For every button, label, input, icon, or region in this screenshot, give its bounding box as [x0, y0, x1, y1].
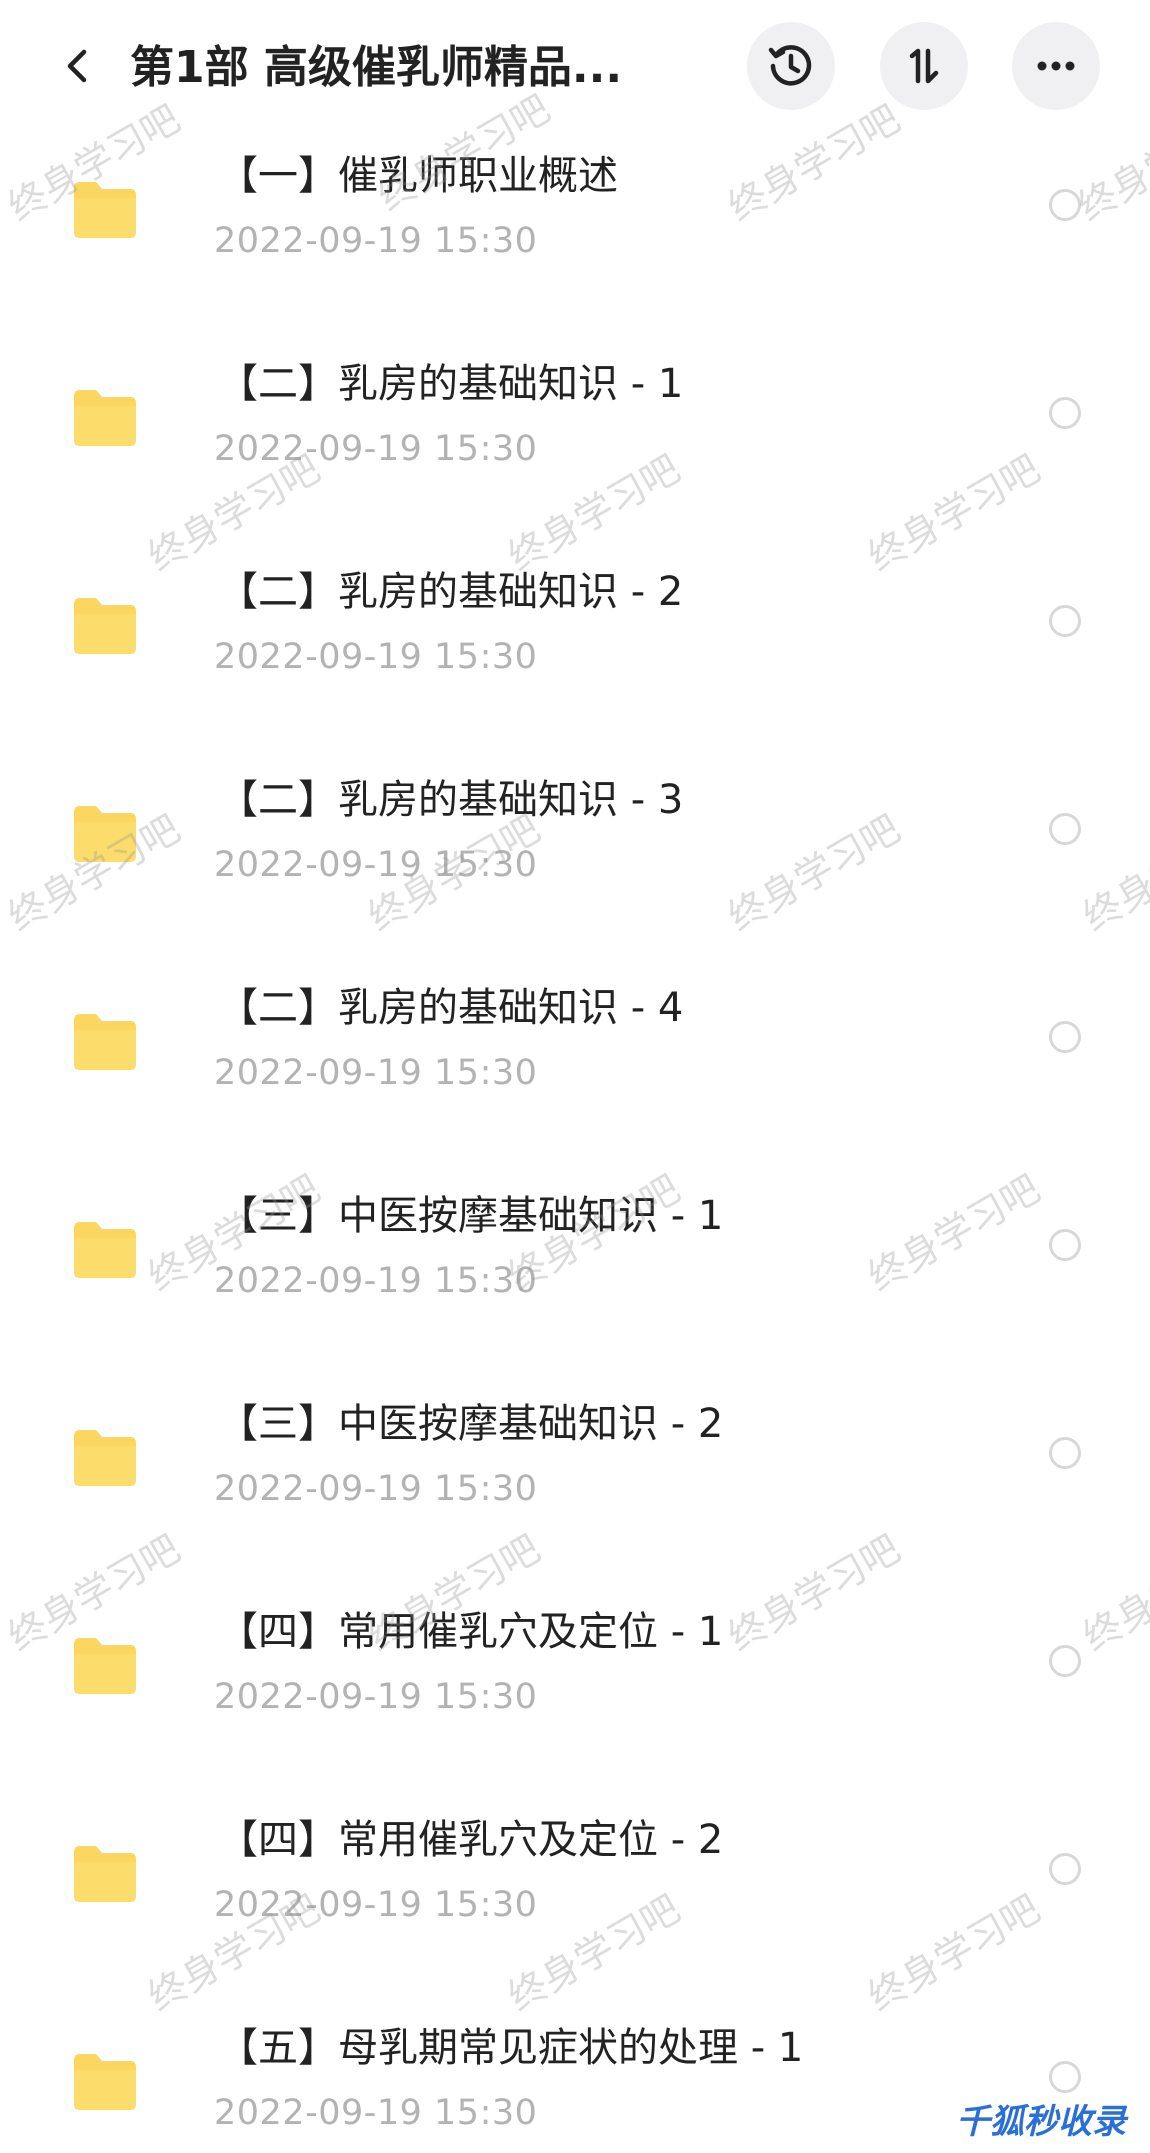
- select-radio[interactable]: [1049, 1853, 1081, 1885]
- item-date: 2022-09-19 15:30: [214, 1885, 538, 1925]
- select-radio[interactable]: [1049, 1645, 1081, 1677]
- sort-icon: [909, 48, 939, 84]
- item-title: 【二】乳房的基础知识 - 2: [218, 569, 684, 615]
- item-date: 2022-09-19 15:30: [214, 1053, 538, 1093]
- file-list-screen: 【一】催乳师职业概述 2022-09-19 15:30 【二】乳房的基础知识 -…: [0, 0, 1150, 2153]
- folder-icon: [74, 1846, 136, 1902]
- sort-button[interactable]: [880, 22, 968, 110]
- folder-icon: [74, 1222, 136, 1278]
- chevron-left-icon: [67, 49, 87, 83]
- item-date: 2022-09-19 15:30: [214, 1261, 538, 1301]
- item-date: 2022-09-19 15:30: [214, 1677, 538, 1717]
- more-options-button[interactable]: [1012, 22, 1100, 110]
- item-date: 2022-09-19 15:30: [214, 429, 538, 469]
- list-item[interactable]: 【三】中医按摩基础知识 - 1 2022-09-19 15:30: [0, 1140, 1150, 1348]
- folder-icon: [74, 1014, 136, 1070]
- select-radio[interactable]: [1049, 813, 1081, 845]
- list-item[interactable]: 【四】常用催乳穴及定位 - 2 2022-09-19 15:30: [0, 1764, 1150, 1972]
- folder-icon: [74, 1638, 136, 1694]
- item-title: 【二】乳房的基础知识 - 3: [218, 777, 684, 823]
- select-radio[interactable]: [1049, 1021, 1081, 1053]
- list-item[interactable]: 【四】常用催乳穴及定位 - 1 2022-09-19 15:30: [0, 1556, 1150, 1764]
- item-date: 2022-09-19 15:30: [214, 221, 538, 261]
- item-title: 【三】中医按摩基础知识 - 2: [218, 1401, 724, 1447]
- select-radio[interactable]: [1049, 1437, 1081, 1469]
- top-bar: 第1部 高级催乳师精品...: [0, 0, 1150, 130]
- list-item[interactable]: 【二】乳房的基础知识 - 3 2022-09-19 15:30: [0, 724, 1150, 932]
- item-title: 【四】常用催乳穴及定位 - 1: [218, 1609, 724, 1655]
- item-date: 2022-09-19 15:30: [214, 637, 538, 677]
- more-dots-icon: [1037, 61, 1075, 71]
- item-title: 【二】乳房的基础知识 - 4: [218, 985, 684, 1031]
- folder-icon: [74, 806, 136, 862]
- select-radio[interactable]: [1049, 189, 1081, 221]
- item-date: 2022-09-19 15:30: [214, 2093, 538, 2133]
- list-item[interactable]: 【二】乳房的基础知识 - 1 2022-09-19 15:30: [0, 308, 1150, 516]
- list-item[interactable]: 【一】催乳师职业概述 2022-09-19 15:30: [0, 100, 1150, 308]
- item-title: 【四】常用催乳穴及定位 - 2: [218, 1817, 724, 1863]
- folder-icon: [74, 1430, 136, 1486]
- back-button[interactable]: [48, 36, 108, 96]
- history-button[interactable]: [747, 22, 835, 110]
- item-title: 【一】催乳师职业概述: [218, 153, 618, 199]
- corner-logo: 千狐秒收录: [956, 2102, 1126, 2142]
- folder-icon: [74, 2054, 136, 2110]
- list-item[interactable]: 【二】乳房的基础知识 - 4 2022-09-19 15:30: [0, 932, 1150, 1140]
- item-title: 【三】中医按摩基础知识 - 1: [218, 1193, 724, 1239]
- select-radio[interactable]: [1049, 397, 1081, 429]
- select-radio[interactable]: [1049, 2061, 1081, 2093]
- list-item[interactable]: 【三】中医按摩基础知识 - 2 2022-09-19 15:30: [0, 1348, 1150, 1556]
- folder-icon: [74, 390, 136, 446]
- folder-icon: [74, 598, 136, 654]
- page-title: 第1部 高级催乳师精品...: [130, 42, 623, 93]
- item-title: 【五】母乳期常见症状的处理 - 1: [218, 2025, 804, 2071]
- item-title: 【二】乳房的基础知识 - 1: [218, 361, 684, 407]
- select-radio[interactable]: [1049, 1229, 1081, 1261]
- item-date: 2022-09-19 15:30: [214, 1469, 538, 1509]
- history-clock-icon: [768, 45, 812, 86]
- folder-icon: [74, 182, 136, 238]
- list-item[interactable]: 【二】乳房的基础知识 - 2 2022-09-19 15:30: [0, 516, 1150, 724]
- select-radio[interactable]: [1049, 605, 1081, 637]
- item-date: 2022-09-19 15:30: [214, 845, 538, 885]
